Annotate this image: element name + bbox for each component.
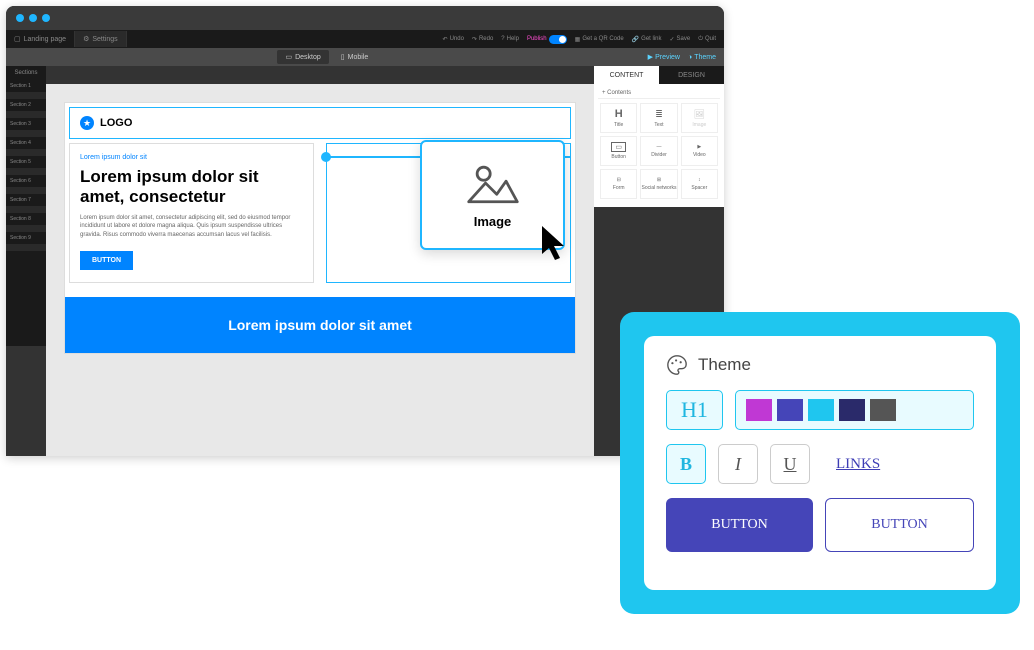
help-button[interactable]: ? Help [501, 36, 519, 42]
theme-card: Theme H1 B I U LINKS BUTTON BUTTON [644, 336, 996, 590]
redo-button[interactable]: ↷ Redo [472, 36, 493, 43]
block-body: Lorem ipsum dolor sit amet, consectetur … [80, 214, 303, 239]
color-swatch[interactable] [808, 399, 834, 421]
color-palette[interactable] [735, 390, 974, 430]
theme-popover: Theme H1 B I U LINKS BUTTON BUTTON [620, 312, 1020, 614]
hero-section[interactable]: Lorem ipsum dolor sit amet [65, 297, 575, 353]
contents-header[interactable]: + Contents [598, 88, 720, 99]
italic-button[interactable]: I [718, 444, 758, 484]
color-swatch[interactable] [746, 399, 772, 421]
content-title[interactable]: HTitle [600, 103, 637, 133]
window-dot[interactable] [16, 14, 24, 22]
links-style[interactable]: LINKS [836, 456, 880, 473]
tab-settings[interactable]: ⚙Settings [75, 31, 127, 47]
content-video[interactable]: ▶Video [681, 136, 718, 166]
section-item[interactable]: Section 1 [6, 80, 46, 93]
right-panel-tabs: CONTENT DESIGN [594, 66, 724, 84]
color-swatch[interactable] [870, 399, 896, 421]
save-button[interactable]: ✓ Save [670, 36, 691, 43]
viewbar: ▭ Desktop ▯ Mobile ▶ Preview ◑ Theme [6, 48, 724, 66]
section-item[interactable]: Section 4 [6, 137, 46, 150]
qr-button[interactable]: ▦ Get a QR Code [575, 36, 624, 43]
block-title: Lorem ipsum dolor sit amet, consectetur [80, 167, 303, 208]
sections-title: Sections [6, 66, 46, 80]
text-block[interactable]: Lorem ipsum dolor sit Lorem ipsum dolor … [69, 143, 314, 283]
top-menubar: ▢Landing page ⚙Settings ↶ Undo ↷ Redo ? … [6, 30, 724, 48]
quit-button[interactable]: ⏻ Quit [698, 36, 716, 43]
section-item[interactable]: Section 5 [6, 156, 46, 169]
logo-text: LOGO [100, 117, 132, 129]
preview-button[interactable]: ▶ Preview [648, 53, 680, 61]
drag-label: Image [474, 214, 512, 229]
publish-toggle[interactable] [549, 35, 567, 44]
color-swatch[interactable] [777, 399, 803, 421]
cursor-icon [540, 224, 574, 264]
star-icon: ★ [80, 116, 94, 130]
drop-handle-icon[interactable] [321, 152, 331, 162]
theme-title: Theme [666, 354, 974, 376]
image-icon [465, 162, 521, 206]
desktop-view-button[interactable]: ▭ Desktop [277, 50, 328, 64]
content-text[interactable]: ≣Text [640, 103, 677, 133]
button-style-outlined[interactable]: BUTTON [825, 498, 974, 552]
tab-content[interactable]: CONTENT [594, 66, 659, 84]
content-social[interactable]: ⊞Social networks [640, 169, 677, 199]
window-dot[interactable] [42, 14, 50, 22]
h1-style-button[interactable]: H1 [666, 390, 723, 430]
content-form[interactable]: ⊟Form [600, 169, 637, 199]
logo-bar[interactable]: ★ LOGO [69, 107, 571, 139]
underline-button[interactable]: U [770, 444, 810, 484]
section-item[interactable]: Section 8 [6, 213, 46, 226]
sections-sidebar: Sections Section 1 Section 2 Section 3 S… [6, 66, 46, 346]
window-titlebar [6, 6, 724, 30]
section-item[interactable]: Section 2 [6, 99, 46, 112]
section-item[interactable]: Section 7 [6, 194, 46, 207]
section-item[interactable]: Section 9 [6, 232, 46, 245]
editor-window: ▢Landing page ⚙Settings ↶ Undo ↷ Redo ? … [6, 6, 724, 456]
window-dot[interactable] [29, 14, 37, 22]
tab-landing-page[interactable]: ▢Landing page [6, 31, 75, 47]
section-item[interactable]: Section 3 [6, 118, 46, 131]
section-item[interactable]: Section 6 [6, 175, 46, 188]
content-image[interactable]: 🖼Image [681, 103, 718, 133]
content-panel: + Contents HTitle ≣Text 🖼Image ▭Button —… [594, 84, 724, 207]
block-label: Lorem ipsum dolor sit [80, 154, 303, 161]
bold-button[interactable]: B [666, 444, 706, 484]
get-link-button[interactable]: 🔗 Get link [632, 36, 662, 43]
content-button[interactable]: ▭Button [600, 136, 637, 166]
button-style-filled[interactable]: BUTTON [666, 498, 813, 552]
cta-button[interactable]: BUTTON [80, 251, 133, 270]
color-swatch[interactable] [839, 399, 865, 421]
palette-icon [666, 354, 688, 376]
tab-design[interactable]: DESIGN [659, 66, 724, 84]
theme-button[interactable]: ◑ Theme [688, 53, 716, 61]
content-divider[interactable]: —Divider [640, 136, 677, 166]
publish-button[interactable]: Publish [527, 35, 567, 44]
mobile-view-button[interactable]: ▯ Mobile [333, 50, 376, 64]
undo-button[interactable]: ↶ Undo [443, 36, 464, 43]
content-spacer[interactable]: ↕Spacer [681, 169, 718, 199]
